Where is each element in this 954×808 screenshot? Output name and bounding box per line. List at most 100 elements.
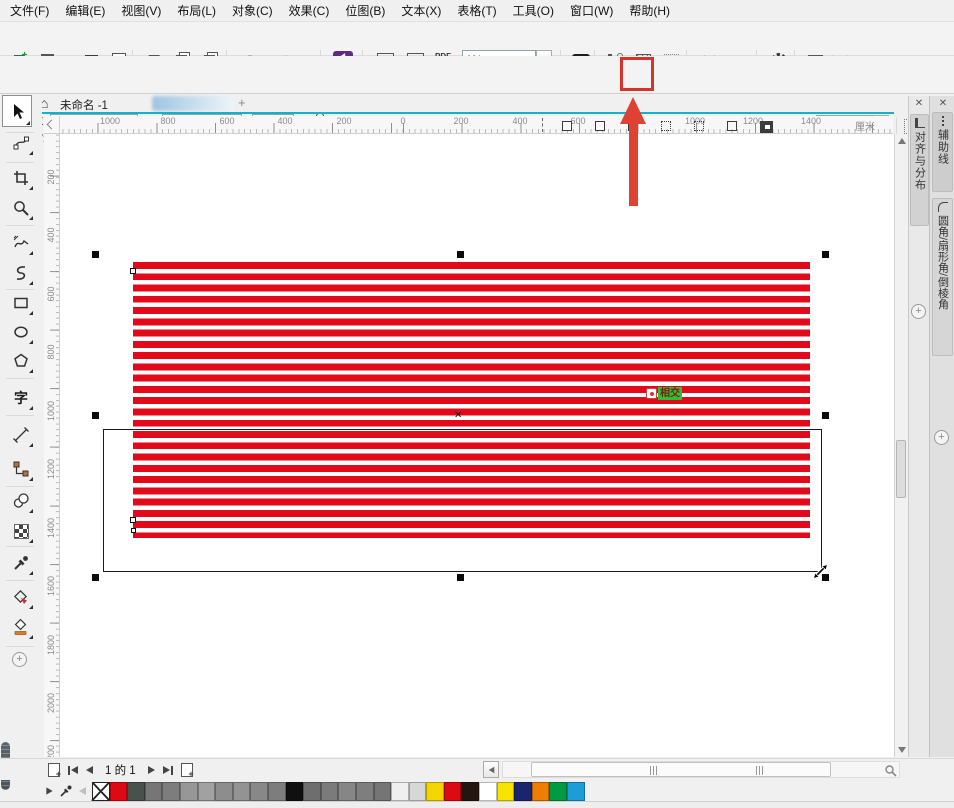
docker-quick-customize-button[interactable]: + bbox=[911, 304, 926, 319]
color-swatch[interactable] bbox=[567, 782, 585, 801]
color-swatch[interactable] bbox=[110, 782, 128, 801]
previous-page-button[interactable] bbox=[86, 766, 93, 774]
color-swatch[interactable] bbox=[514, 782, 532, 801]
curve-node[interactable] bbox=[130, 517, 136, 523]
add-page-start-button[interactable]: + bbox=[48, 763, 60, 777]
color-swatch[interactable] bbox=[426, 782, 444, 801]
scroll-up-icon[interactable] bbox=[898, 138, 906, 144]
tool-polygon[interactable] bbox=[8, 348, 34, 374]
color-swatch[interactable] bbox=[497, 782, 515, 801]
zoom-scroll-icon[interactable] bbox=[884, 764, 897, 777]
color-swatch[interactable] bbox=[286, 782, 304, 801]
selection-handle[interactable] bbox=[92, 412, 99, 419]
tool-pick[interactable] bbox=[2, 95, 32, 127]
tool-crop[interactable] bbox=[8, 165, 34, 191]
v-scrollbar-thumb[interactable] bbox=[896, 440, 906, 498]
menu-item[interactable]: 对象(C) bbox=[224, 0, 281, 22]
tool-smart-fill[interactable] bbox=[8, 614, 34, 640]
color-swatch[interactable] bbox=[461, 782, 479, 801]
menu-item[interactable]: 文本(X) bbox=[393, 0, 449, 22]
v-ruler-label: 800 bbox=[46, 335, 56, 369]
tool-dimension[interactable] bbox=[8, 422, 34, 448]
color-swatch[interactable] bbox=[549, 782, 567, 801]
color-swatch[interactable] bbox=[215, 782, 233, 801]
menu-item[interactable]: 帮助(H) bbox=[621, 0, 678, 22]
color-swatch[interactable] bbox=[444, 782, 462, 801]
menu-item[interactable]: 表格(T) bbox=[449, 0, 504, 22]
tool-connector[interactable] bbox=[8, 456, 34, 482]
palette-scroll-left-icon[interactable] bbox=[79, 787, 86, 795]
tool-color-eyedropper[interactable] bbox=[8, 550, 34, 576]
next-page-button[interactable] bbox=[148, 766, 155, 774]
color-swatch[interactable] bbox=[198, 782, 216, 801]
docker-close-button[interactable]: ✕ bbox=[937, 98, 949, 110]
curve-node[interactable] bbox=[130, 268, 136, 274]
tool-shape[interactable] bbox=[8, 130, 34, 156]
selection-handle[interactable] bbox=[92, 251, 99, 258]
tool-text[interactable]: 字 bbox=[8, 385, 34, 411]
blurred-document-tab[interactable] bbox=[152, 96, 234, 111]
curve-node[interactable] bbox=[131, 528, 136, 533]
menu-item[interactable]: 布局(L) bbox=[169, 0, 224, 22]
menu-item[interactable]: 效果(C) bbox=[281, 0, 338, 22]
h-scrollbar[interactable] bbox=[502, 761, 900, 778]
color-swatch[interactable] bbox=[162, 782, 180, 801]
selection-handle[interactable] bbox=[822, 412, 829, 419]
h-scrollbar-thumb[interactable] bbox=[531, 762, 831, 777]
palette-eyedropper-icon[interactable] bbox=[59, 784, 73, 798]
color-swatch[interactable] bbox=[356, 782, 374, 801]
selection-center-mark[interactable]: ✕ bbox=[454, 410, 462, 421]
color-swatch[interactable] bbox=[303, 782, 321, 801]
tool-interactive-fill[interactable] bbox=[8, 584, 34, 610]
color-swatch[interactable] bbox=[479, 782, 497, 801]
document-tab-active[interactable]: 未命名 -1 bbox=[60, 97, 108, 113]
palette-flyout-icon[interactable] bbox=[46, 787, 52, 794]
color-swatch[interactable] bbox=[374, 782, 392, 801]
selection-handle[interactable] bbox=[457, 574, 464, 581]
docker-tab-corner-tools[interactable]: 圆角/扇形角/倒棱角 bbox=[932, 198, 953, 356]
v-ruler[interactable]: 2004006008001000120014001600180020002200 bbox=[44, 134, 60, 757]
color-swatch[interactable] bbox=[180, 782, 198, 801]
menu-item[interactable]: 窗口(W) bbox=[562, 0, 621, 22]
menu-item[interactable]: 编辑(E) bbox=[57, 0, 113, 22]
color-swatch[interactable] bbox=[409, 782, 427, 801]
color-swatch[interactable] bbox=[268, 782, 286, 801]
toolbox-quick-customize-button[interactable]: + bbox=[12, 652, 27, 667]
docker-quick-customize-button[interactable]: + bbox=[934, 430, 949, 445]
color-swatch[interactable] bbox=[127, 782, 145, 801]
last-page-button[interactable] bbox=[163, 766, 173, 775]
selection-handle[interactable] bbox=[822, 251, 829, 258]
tool-b-spline[interactable] bbox=[8, 260, 34, 286]
v-scrollbar[interactable] bbox=[894, 134, 908, 757]
tool-ellipse[interactable] bbox=[8, 319, 34, 345]
tool-transparency[interactable] bbox=[8, 518, 34, 544]
selection-handle[interactable] bbox=[92, 574, 99, 581]
tool-freehand[interactable] bbox=[8, 230, 34, 256]
ruler-origin-box[interactable] bbox=[44, 116, 60, 134]
add-page-end-button[interactable]: + bbox=[181, 763, 193, 777]
color-swatch[interactable] bbox=[321, 782, 339, 801]
docker-tab-align-distribute[interactable]: 对齐与分布 bbox=[910, 114, 929, 226]
color-swatch[interactable] bbox=[532, 782, 550, 801]
tool-blend[interactable] bbox=[8, 488, 34, 514]
menu-item[interactable]: 位图(B) bbox=[337, 0, 393, 22]
new-tab-button[interactable]: + bbox=[238, 95, 246, 110]
menu-item[interactable]: 视图(V) bbox=[113, 0, 169, 22]
color-swatch[interactable] bbox=[92, 782, 110, 801]
menu-item[interactable]: 工具(O) bbox=[505, 0, 562, 22]
color-swatch[interactable] bbox=[338, 782, 356, 801]
scroll-down-icon[interactable] bbox=[898, 747, 906, 753]
h-scroll-left-button[interactable] bbox=[483, 761, 499, 778]
outline-rectangle-object[interactable] bbox=[103, 429, 822, 572]
docker-tab-guidelines[interactable]: 辅助线 bbox=[932, 112, 953, 192]
color-swatch[interactable] bbox=[233, 782, 251, 801]
tool-zoom[interactable] bbox=[8, 195, 34, 221]
selection-handle[interactable] bbox=[457, 251, 464, 258]
first-page-button[interactable] bbox=[68, 766, 78, 775]
color-swatch[interactable] bbox=[391, 782, 409, 801]
menu-item[interactable]: 文件(F) bbox=[2, 0, 57, 22]
docker-close-button[interactable]: ✕ bbox=[913, 98, 925, 110]
tool-rectangle[interactable] bbox=[8, 290, 34, 316]
color-swatch[interactable] bbox=[145, 782, 163, 801]
color-swatch[interactable] bbox=[250, 782, 268, 801]
